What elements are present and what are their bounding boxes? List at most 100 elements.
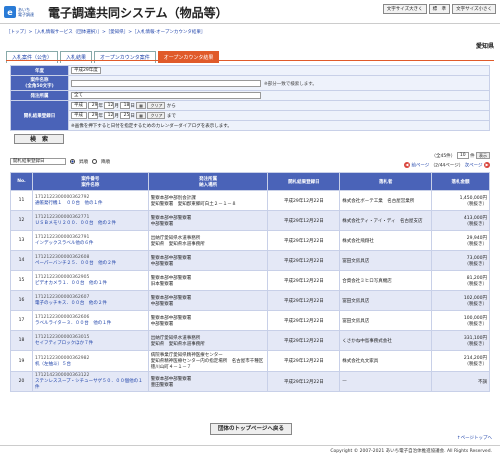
row-no: 18 <box>10 330 33 351</box>
delivery-place: 中部警察署 <box>150 261 174 267</box>
search-button[interactable]: 検 索 <box>14 134 64 144</box>
results-table: No. 案件番号 案件名称 発注所属 納入場所 開札結果登録日 落札者 落札金額… <box>10 172 490 392</box>
font-larger-button[interactable]: 文字サイズ大きく <box>382 4 427 14</box>
case-name-link[interactable]: 机（左抽斗）５台 <box>35 361 146 367</box>
table-row: 13 17121223000003627​91 インデックスラベル他の６件 出納庁愛知… <box>10 230 490 251</box>
col-case: 案件番号 案件名称 <box>31 172 149 191</box>
winner-name: 株式会社ティ・アイ・ディ 名古屋支店 <box>339 210 433 231</box>
next-page-link[interactable]: 次ページ <box>465 164 483 169</box>
row-no: 14 <box>10 250 33 271</box>
result-date: 平成29年12月22日 <box>267 250 341 271</box>
result-date: 平成29年12月22日 <box>267 190 341 211</box>
tab-bid-results[interactable]: 入札結果 <box>60 51 93 63</box>
from-clear-button[interactable]: クリア <box>147 102 166 109</box>
logo-icon: e <box>4 6 16 18</box>
tab-open-counter-cases[interactable]: オープンカウンタ案件 <box>94 51 156 63</box>
desc-radio[interactable] <box>92 159 97 164</box>
to-clear-button[interactable]: クリア <box>147 112 166 119</box>
col-org: 発注所属 納入場所 <box>147 172 269 191</box>
year-select[interactable]: 平成29年度 <box>71 67 101 74</box>
font-smaller-button[interactable]: 文字サイズ小さく <box>452 4 496 14</box>
search-form: 年度 平成29年度 案件名称 (全角50文字) ※部分一致で検索します。 発注所属… <box>10 65 490 131</box>
to-year-input[interactable]: 29 <box>88 112 99 119</box>
winner-name: 冨田文房具店 <box>339 250 433 271</box>
to-month-input[interactable]: 12 <box>104 112 115 119</box>
breadcrumb[interactable]: ［トップ］>［入札情報サービス（団体選択）］>［愛知県］>［入札情報-オープンカ… <box>6 29 205 35</box>
asc-radio[interactable] <box>70 159 75 164</box>
tab-bid-notice[interactable]: 入札案件（公告） <box>6 51 59 63</box>
page-title: 電子調達共同システム（物品等） <box>48 6 228 20</box>
region-label: 愛知県 <box>475 43 494 50</box>
row-no: 16 <box>10 290 33 311</box>
winner-name: 冨田文房具店 <box>339 290 433 311</box>
from-year-input[interactable]: 29 <box>88 102 99 109</box>
row-no: 15 <box>10 270 33 291</box>
delivery-place: 旧本警察署 <box>150 281 174 287</box>
result-count: （全45件） <box>431 154 456 159</box>
case-name-input[interactable] <box>71 79 261 87</box>
delivery-place: 中部警察署 <box>150 221 174 227</box>
page-top-link[interactable]: ↑ページトップへ <box>457 435 492 441</box>
org-select[interactable]: 全て <box>71 92 261 99</box>
font-standard-button[interactable]: 標 準 <box>428 4 451 14</box>
calendar-icon[interactable]: ▦ <box>136 112 147 119</box>
table-row: 12 17121223000003627​71 ＵＳＢメモリ２００．００台 他の２件… <box>10 210 490 231</box>
year-label: 年度 <box>10 65 69 76</box>
table-row: 17 17121223000003626​06 ラベルライター３．００台 他の１件警… <box>10 310 490 331</box>
case-name-link[interactable]: 通帳発行機１ ００台 他の１件 <box>35 200 146 206</box>
winner-name: 株式会社飛翔社 <box>339 230 433 251</box>
tab-open-counter-results[interactable]: オープンカウンタ結果 <box>157 51 220 63</box>
delivery-place: 愛知県 愛知県水道事務所 <box>150 241 205 247</box>
next-arrow-icon[interactable]: ▶ <box>484 162 490 168</box>
row-no: 12 <box>10 210 33 231</box>
from-day-input[interactable]: 18 <box>120 102 131 109</box>
tax-note: （税抜き） <box>464 221 488 227</box>
page-size-select[interactable]: 10 <box>456 152 469 159</box>
tax-note: （税抜き） <box>464 362 488 367</box>
tax-note: （税抜き） <box>464 241 488 247</box>
winner-name: 株式会社ボーテ工業 名古屋営業所 <box>339 190 433 211</box>
to-day-input[interactable]: 25 <box>120 112 131 119</box>
logo-line2: 電子調達 <box>18 12 34 17</box>
table-row: 11 17121223000003627​92 通帳発行機１ ００台 他の１件 警察本… <box>10 190 490 211</box>
delivery-place: 中部警察署 <box>150 321 174 327</box>
from-month-input[interactable]: 12 <box>104 102 115 109</box>
calendar-icon[interactable]: ▦ <box>136 102 147 109</box>
table-row: 19 17121223000003629​82 机（左抽斗）５台 病院事業庁愛知県精神… <box>10 350 490 372</box>
case-name-link[interactable]: インデックスラベル他の６件 <box>35 240 146 246</box>
amount: 不調 <box>478 379 487 385</box>
case-name-link[interactable]: ラベルライター３．００台 他の１件 <box>35 320 146 326</box>
from-era-select[interactable]: 平成 <box>71 102 87 109</box>
logo[interactable]: e あいち 電子調達 <box>4 3 40 21</box>
page-info: （2/44ページ） <box>430 163 464 169</box>
case-note: ※部分一致で検索します。 <box>264 81 317 87</box>
table-row: 20 17121423000003631​22 ステンレススープ・シチューサゲ５０．… <box>10 371 490 392</box>
sort-controls: 開札結果登録日 昇順 降順 <box>10 158 110 165</box>
case-name-link[interactable]: ＵＳＢメモリ２００．００台 他の２件 <box>35 220 146 226</box>
display-button[interactable]: 表示 <box>476 152 490 159</box>
row-no: 11 <box>10 190 33 211</box>
case-name-link[interactable]: ピデオカメラ１．００台 他の１件 <box>35 280 146 286</box>
result-date: 平成29年12月22日 <box>267 371 341 392</box>
result-date: 平成29年12月22日 <box>267 350 341 372</box>
case-name-link[interactable]: セイフティブロックほか７件 <box>35 340 146 346</box>
winner-name: 冨田文房具店 <box>339 310 433 331</box>
result-date: 平成29年12月22日 <box>267 270 341 291</box>
tax-note: （税抜き） <box>464 281 488 287</box>
case-name-link[interactable]: 電子のッチキス．００台 他の２件 <box>35 300 146 306</box>
delivery-place: 豊田警察署 <box>150 382 174 388</box>
case-name-link[interactable]: ペーパーバンチ２５．００台 他の２件 <box>35 260 146 266</box>
row-no: 20 <box>10 371 33 392</box>
prev-arrow-icon[interactable]: ◀ <box>403 162 410 168</box>
case-name-link[interactable]: ステンレススープ・シチューサゲ５０．００個他の１件 <box>35 378 146 390</box>
result-date: 平成29年12月22日 <box>267 210 341 231</box>
result-date: 平成29年12月22日 <box>267 310 341 331</box>
to-era-select[interactable]: 平成 <box>71 112 87 119</box>
back-to-top-button[interactable]: 団体のトップページへ戻る <box>210 423 292 435</box>
col-winner: 落札者 <box>339 172 433 191</box>
sort-select[interactable]: 開札結果登録日 <box>10 158 66 165</box>
row-no: 19 <box>10 350 33 372</box>
col-amount: 落札金額 <box>431 172 490 191</box>
prev-page-link[interactable]: 前ページ <box>411 164 429 169</box>
delivery-place: 愛知県 愛知県水道事務所 <box>150 341 205 347</box>
